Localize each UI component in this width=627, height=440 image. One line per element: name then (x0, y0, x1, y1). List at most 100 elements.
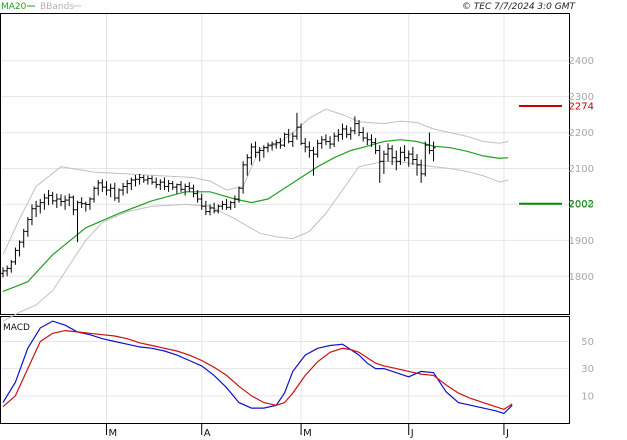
macd-title: MACD (3, 323, 30, 333)
ohlc-bar-13 (54, 193, 59, 209)
ohlc-bar-53 (220, 200, 225, 210)
ohlc-bar-64 (265, 142, 270, 153)
ohlc-bar-22 (92, 186, 97, 203)
ohlc-bar-48 (199, 193, 204, 210)
x-tick-label-3: J (410, 428, 414, 439)
ohlc-bar-82 (340, 123, 345, 140)
ohlc-bar-12 (50, 191, 55, 205)
ohlc-bar-87 (361, 127, 366, 142)
ohlc-bar-31 (129, 177, 134, 191)
ohlc-bar-26 (108, 183, 113, 198)
ohlc-bar-44 (183, 183, 188, 196)
ohlc-bar-43 (179, 181, 184, 192)
ohlc-bar-3 (13, 247, 18, 265)
ohlc-bar-80 (332, 132, 337, 147)
price-grid (1, 14, 569, 314)
ohlc-bar-81 (336, 128, 341, 142)
ohlc-bar-38 (158, 179, 163, 191)
ohlc-bar-33 (137, 173, 142, 185)
level-label-0: 2274 (569, 101, 594, 112)
ohlc-bar-99 (410, 146, 415, 165)
stock-chart: 2400230022002100200019001800 22742002 50… (0, 2, 594, 439)
ohlc-bar-8 (34, 200, 39, 217)
ohlc-bar-35 (145, 175, 150, 185)
ohlc-bar-59 (245, 154, 250, 176)
price-levels: 2274 2002 (519, 101, 594, 210)
price-y-axis: 2400230022002100200019001800 (569, 56, 594, 283)
bb-lower-line (2, 160, 509, 322)
ohlc-bar-21 (87, 197, 92, 210)
ohlc-bar-4 (17, 240, 22, 257)
bollinger-bands (2, 108, 509, 322)
level-label-1: 2002 (569, 199, 594, 210)
ohlc-bar-83 (344, 125, 349, 138)
ohlc-bar-100 (415, 154, 419, 176)
ohlc-bar-39 (162, 177, 167, 191)
ohlc-bar-5 (21, 228, 26, 248)
legend-bbands: BBands (40, 2, 74, 12)
ohlc-bar-93 (386, 143, 391, 162)
ohlc-bar-20 (83, 201, 88, 212)
ohlc-bar-90 (373, 137, 378, 155)
ohlc-bar-86 (357, 119, 362, 137)
ohlc-bar-52 (216, 204, 221, 214)
chart-window: 2400 2300 2200 2100 2000 1900 1800 2274 2002 50… (0, 0, 627, 440)
ohlc-bar-30 (125, 179, 130, 194)
ohlc-bar-24 (100, 179, 105, 192)
macd-lines (2, 320, 513, 415)
ohlc-bar-62 (257, 146, 262, 162)
ohlc-bar-71 (294, 112, 299, 140)
x-axis: MAMJJ (106, 423, 509, 439)
price-tick-label-5: 1900 (569, 236, 594, 247)
ohlc-bar-73 (303, 137, 308, 153)
ohlc-bar-77 (319, 136, 324, 149)
ohlc-bar-98 (406, 150, 411, 167)
price-panel-frame (0, 13, 570, 315)
ohlc-bar-97 (402, 145, 407, 162)
ohlc-bar-49 (203, 200, 208, 216)
macd-tick-label-2: 10 (581, 391, 594, 402)
x-tick-label-2: M (303, 428, 312, 439)
ohlc-bar-7 (29, 204, 34, 226)
ohlc-bar-29 (121, 182, 126, 196)
ohlc-bar-9 (38, 199, 43, 214)
ohlc-bar-19 (79, 197, 84, 209)
ohlc-bar-60 (249, 143, 254, 165)
ohlc-bar-10 (42, 193, 47, 210)
ohlc-bar-95 (394, 150, 399, 171)
ohlc-bar-72 (299, 123, 304, 146)
ohlc-bar-32 (133, 174, 138, 187)
macd-y-axis: 50 30 10 (581, 337, 594, 402)
ohlc-bar-74 (307, 141, 312, 158)
x-tick-label-4: J (505, 428, 509, 439)
ohlc-bar-41 (170, 181, 175, 191)
ohlc-bar-76 (315, 139, 320, 158)
ohlc-bar-23 (96, 179, 101, 196)
macd-signal-line (2, 329, 513, 411)
ohlc-bar-58 (241, 161, 246, 194)
ohlc-bar-28 (116, 188, 121, 203)
ohlc-bar-104 (431, 141, 436, 162)
macd-tick-label-1: 30 (581, 364, 594, 375)
ohlc-bar-40 (166, 179, 171, 192)
ohlc-bar-78 (323, 134, 328, 146)
ohlc-bar-91 (377, 145, 382, 183)
ohlc-bar-55 (228, 200, 233, 210)
ma20-line (2, 139, 509, 292)
ohlc-bar-70 (290, 132, 295, 147)
price-tick-label-2: 2200 (569, 128, 594, 139)
ohlc-bar-56 (232, 195, 237, 209)
ohlc-bar-6 (25, 216, 30, 237)
ohlc-bar-34 (141, 174, 146, 183)
ohlc-bars (1, 112, 436, 278)
ohlc-bar-25 (104, 181, 109, 196)
ohlc-bar-42 (174, 183, 179, 194)
ohlc-bar-103 (427, 132, 432, 155)
price-tick-label-3: 2100 (569, 164, 594, 175)
ohlc-bar-46 (191, 184, 196, 198)
ohlc-bar-45 (187, 182, 192, 192)
ohlc-bar-79 (328, 136, 333, 149)
chart-timestamp: © TEC 7/7/2024 3:0 GMT (462, 2, 577, 12)
x-tick-label-0: M (109, 428, 118, 439)
price-tick-label-0: 2400 (569, 56, 594, 67)
